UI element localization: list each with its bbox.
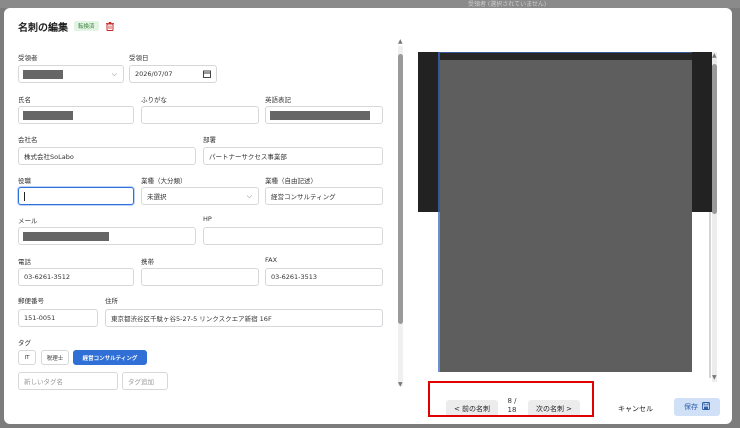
new-tag-placeholder: 新しいタグ名	[24, 378, 63, 386]
company-input[interactable]: 株式会社SoLabo	[18, 147, 196, 165]
recipient-label: 受領者	[18, 54, 38, 62]
recipient-select[interactable]: ⌵	[18, 65, 124, 83]
department-label: 部署	[203, 136, 216, 144]
industry-major-label: 業種（大分類）	[141, 177, 187, 185]
business-card-image	[418, 51, 720, 382]
text-cursor	[24, 191, 25, 201]
form-scrollbar-thumb[interactable]	[398, 54, 403, 324]
postal-code-label: 郵便番号	[18, 297, 44, 305]
chevron-down-icon: ⌵	[246, 192, 252, 200]
postal-code-value: 151-0051	[24, 314, 56, 322]
chevron-down-icon: ⌵	[111, 70, 117, 78]
address-value: 東京都渋谷区千駄ヶ谷5-27-5 リンクスクエア新宿 16F	[111, 315, 272, 323]
email-input[interactable]	[18, 227, 196, 245]
phone-label: 電話	[18, 258, 31, 266]
background-text: 受領者 (選択されていません)	[468, 1, 547, 8]
english-name-label: 英語表記	[265, 96, 291, 104]
save-label: 保存	[684, 403, 698, 411]
preview-scroll-up-icon[interactable]: ▲	[712, 52, 717, 59]
add-tag-button[interactable]: タグ追加	[122, 372, 168, 390]
fax-label: FAX	[265, 256, 278, 264]
industry-free-value: 経営コンサルティング	[271, 193, 336, 201]
company-value: 株式会社SoLabo	[24, 153, 74, 161]
form-scroll-down-icon[interactable]: ▼	[398, 381, 403, 388]
received-date-value: 2026/07/07	[135, 70, 173, 78]
industry-major-select[interactable]: 未選択 ⌵	[141, 187, 259, 205]
tag-management-consulting[interactable]: 経営コンサルティング	[73, 350, 147, 365]
preview-scroll-down-icon[interactable]: ▼	[712, 374, 717, 381]
phone-value: 03-6261-3512	[24, 273, 71, 281]
received-date-label: 受領日	[129, 54, 149, 62]
postal-code-input[interactable]: 151-0051	[18, 309, 98, 327]
calendar-icon[interactable]	[203, 70, 211, 80]
industry-free-input[interactable]: 経営コンサルティング	[265, 187, 383, 205]
form-scroll-up-icon[interactable]: ▲	[398, 38, 403, 45]
fax-value: 03-6261-3513	[271, 273, 318, 281]
background-strip: 受領者 (選択されていません)	[0, 0, 740, 8]
name-redacted	[23, 111, 73, 120]
add-tag-label: タグ追加	[128, 378, 154, 386]
save-button[interactable]: 保存	[674, 398, 720, 416]
address-label: 住所	[105, 297, 118, 305]
department-value: パートナーサクセス事業部	[209, 153, 287, 161]
position-label: 役職	[18, 177, 31, 185]
edit-card-modal: 名刺の編集 転換済 受領者 ⌵ 受領日 2026/07/07 氏名 ふりがな 英…	[4, 8, 732, 424]
tag-tax-accountant[interactable]: 税理士	[41, 350, 69, 365]
position-input[interactable]	[18, 187, 134, 205]
industry-free-label: 業種（自由記述）	[265, 177, 317, 185]
mobile-label: 携帯	[141, 258, 154, 266]
save-icon	[702, 402, 710, 412]
name-label: 氏名	[18, 96, 31, 104]
department-input[interactable]: パートナーサクセス事業部	[203, 147, 383, 165]
tags-label: タグ	[18, 339, 31, 347]
address-input[interactable]: 東京都渋谷区千駄ヶ谷5-27-5 リンクスクエア新宿 16F	[105, 309, 383, 327]
company-label: 会社名	[18, 136, 38, 144]
mobile-input[interactable]	[141, 268, 259, 286]
email-redacted	[23, 232, 109, 241]
hp-input[interactable]	[203, 227, 383, 245]
phone-input[interactable]: 03-6261-3512	[18, 268, 134, 286]
industry-major-value: 未選択	[147, 193, 167, 201]
hp-label: HP	[203, 215, 212, 223]
new-tag-input[interactable]: 新しいタグ名	[18, 372, 118, 390]
preview-scrollbar[interactable]	[712, 52, 717, 382]
preview-scrollbar-thumb[interactable]	[712, 64, 717, 214]
fax-input[interactable]: 03-6261-3513	[265, 268, 383, 286]
received-date-input[interactable]: 2026/07/07	[129, 65, 217, 83]
highlight-box	[428, 381, 594, 417]
tag-it[interactable]: IT	[18, 350, 36, 365]
name-input[interactable]	[18, 106, 134, 124]
cancel-button[interactable]: キャンセル	[618, 404, 653, 414]
english-name-redacted	[270, 111, 370, 120]
card-image-preview	[418, 51, 720, 382]
form-scrollbar[interactable]	[398, 46, 403, 386]
english-name-input[interactable]	[265, 106, 383, 124]
recipient-redacted	[23, 70, 63, 79]
card-form: 受領者 ⌵ 受領日 2026/07/07 氏名 ふりがな 英語表記 会社名 株式…	[4, 8, 394, 390]
furigana-input[interactable]	[141, 106, 259, 124]
email-label: メール	[18, 217, 38, 225]
furigana-label: ふりがな	[141, 96, 167, 104]
